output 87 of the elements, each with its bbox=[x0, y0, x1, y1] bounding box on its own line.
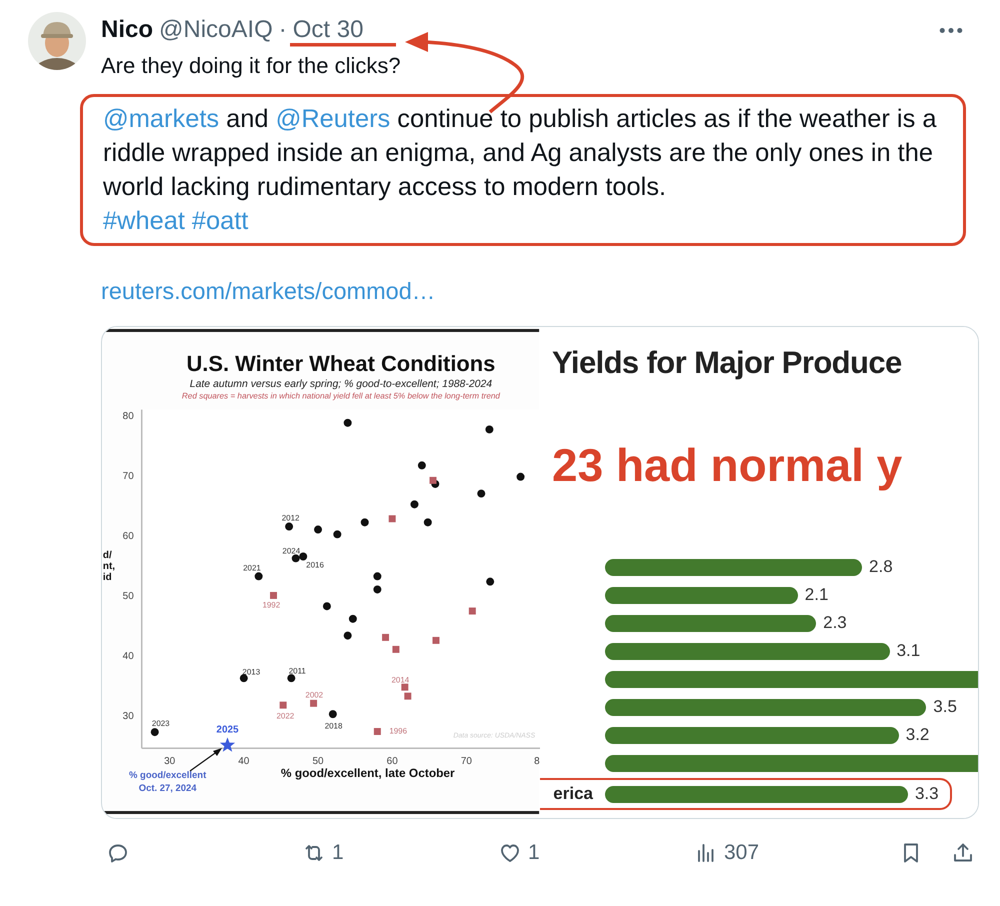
leader-arrow bbox=[190, 748, 222, 772]
data-point bbox=[254, 572, 263, 580]
post-date[interactable]: Oct 30 bbox=[292, 16, 364, 44]
data-point bbox=[373, 572, 382, 580]
point-label: 1996 bbox=[389, 726, 408, 736]
chart-title: U.S. Winter Wheat Conditions bbox=[186, 350, 496, 376]
data-point bbox=[344, 632, 352, 640]
point-label: 2023 bbox=[152, 719, 170, 728]
data-point bbox=[328, 710, 337, 718]
point-label: 2021 bbox=[243, 563, 261, 572]
bar-value: 2.1 bbox=[804, 585, 828, 605]
data-point bbox=[373, 585, 382, 594]
separator: · bbox=[278, 16, 287, 44]
bar-value: 3.5 bbox=[933, 697, 957, 717]
chart-title: Yields for Major Produce bbox=[552, 344, 902, 382]
point-label: 2016 bbox=[306, 560, 324, 570]
axis-label: id bbox=[102, 572, 112, 583]
data-point bbox=[292, 554, 300, 562]
post-text: @markets and @Reuters continue to publish articles as if the weather is a riddle wrapped inside an enigma, and Ag analysts are the only ones in the world lacking rudimentary access to modern tools. bbox=[103, 104, 938, 203]
mention-link[interactable]: @markets bbox=[103, 105, 220, 133]
data-point bbox=[240, 674, 248, 682]
bar-value: 3.1 bbox=[896, 641, 920, 661]
article-link[interactable]: reuters.com/markets/commod… bbox=[101, 276, 436, 306]
tick-label: 30 bbox=[122, 710, 134, 722]
tick-label: 60 bbox=[122, 531, 134, 542]
point-label: 2011 bbox=[288, 666, 306, 676]
tick-label: 60 bbox=[386, 756, 398, 768]
bar-value: 2.8 bbox=[869, 557, 893, 577]
data-point bbox=[477, 490, 486, 498]
hashtag-link[interactable]: #wheat bbox=[103, 204, 185, 238]
point-label: 2024 bbox=[282, 546, 300, 556]
chart-headline: 23 had normal y bbox=[552, 438, 902, 493]
axis-label: d/ bbox=[102, 550, 112, 562]
point-label: 2025 bbox=[216, 724, 239, 736]
tick-label: 80 bbox=[122, 411, 134, 422]
data-point bbox=[150, 728, 159, 736]
data-point bbox=[285, 522, 294, 531]
action-count: 1 bbox=[332, 841, 344, 865]
point-label: 2018 bbox=[324, 721, 342, 730]
more-icon[interactable] bbox=[939, 26, 963, 34]
point-label: 2014 bbox=[392, 675, 410, 684]
axis-label: nt, bbox=[102, 561, 116, 572]
tick-label: 40 bbox=[122, 650, 134, 662]
point-label: 2013 bbox=[242, 668, 260, 677]
mention-link[interactable]: @Reuters bbox=[276, 105, 390, 133]
point-label: 2012 bbox=[282, 514, 300, 523]
hashtag-link[interactable]: #oatt bbox=[192, 204, 248, 238]
data-point bbox=[424, 518, 432, 526]
bar-value: 2.3 bbox=[823, 613, 847, 633]
media-card[interactable] bbox=[101, 326, 979, 819]
tick-label: 30 bbox=[164, 756, 176, 768]
point-label: 2022 bbox=[276, 711, 294, 720]
data-point bbox=[348, 614, 357, 623]
point-label: 1992 bbox=[262, 600, 280, 610]
bar-value: 3.2 bbox=[906, 725, 930, 745]
axis-label: % good/excellent, late October bbox=[280, 766, 455, 780]
author-handle[interactable]: @NicoAIQ bbox=[159, 16, 273, 44]
bar-label: erica bbox=[553, 784, 593, 804]
data-point bbox=[516, 472, 525, 481]
tick-label: 70 bbox=[460, 756, 472, 768]
chart-note: Red squares = harvests in which national yield fell at least 5% below the long-term trend bbox=[182, 392, 500, 401]
tick-label: 70 bbox=[122, 471, 134, 482]
data-point bbox=[410, 500, 418, 508]
action-count: 307 bbox=[724, 841, 760, 865]
action-count: 1 bbox=[528, 841, 540, 865]
tick-label: 40 bbox=[238, 756, 250, 768]
data-point bbox=[344, 418, 352, 427]
data-point bbox=[280, 702, 287, 709]
data-point bbox=[485, 425, 494, 434]
author-name[interactable]: Nico bbox=[101, 16, 154, 44]
tick-label: 8 bbox=[534, 756, 540, 768]
data-point bbox=[486, 578, 494, 586]
tick-label: 50 bbox=[312, 756, 324, 768]
data-point bbox=[322, 602, 331, 610]
data-point bbox=[333, 530, 342, 538]
data-point bbox=[314, 526, 322, 534]
bar-value: 3.3 bbox=[914, 784, 939, 804]
star-marker bbox=[220, 737, 236, 752]
data-point bbox=[418, 461, 426, 470]
post-text: Are they doing it for the clicks? bbox=[101, 52, 402, 80]
chart-subtitle: Late autumn versus early spring; % good-to-excellent; 1988-2024 bbox=[190, 378, 492, 390]
tick-label: 50 bbox=[122, 590, 134, 602]
data-point bbox=[360, 518, 369, 526]
caption-text: Oct. 27, 2024 bbox=[138, 783, 197, 794]
data-point bbox=[287, 674, 296, 682]
point-label: 2002 bbox=[305, 690, 324, 700]
caption-text: % good/excellent bbox=[129, 770, 206, 782]
